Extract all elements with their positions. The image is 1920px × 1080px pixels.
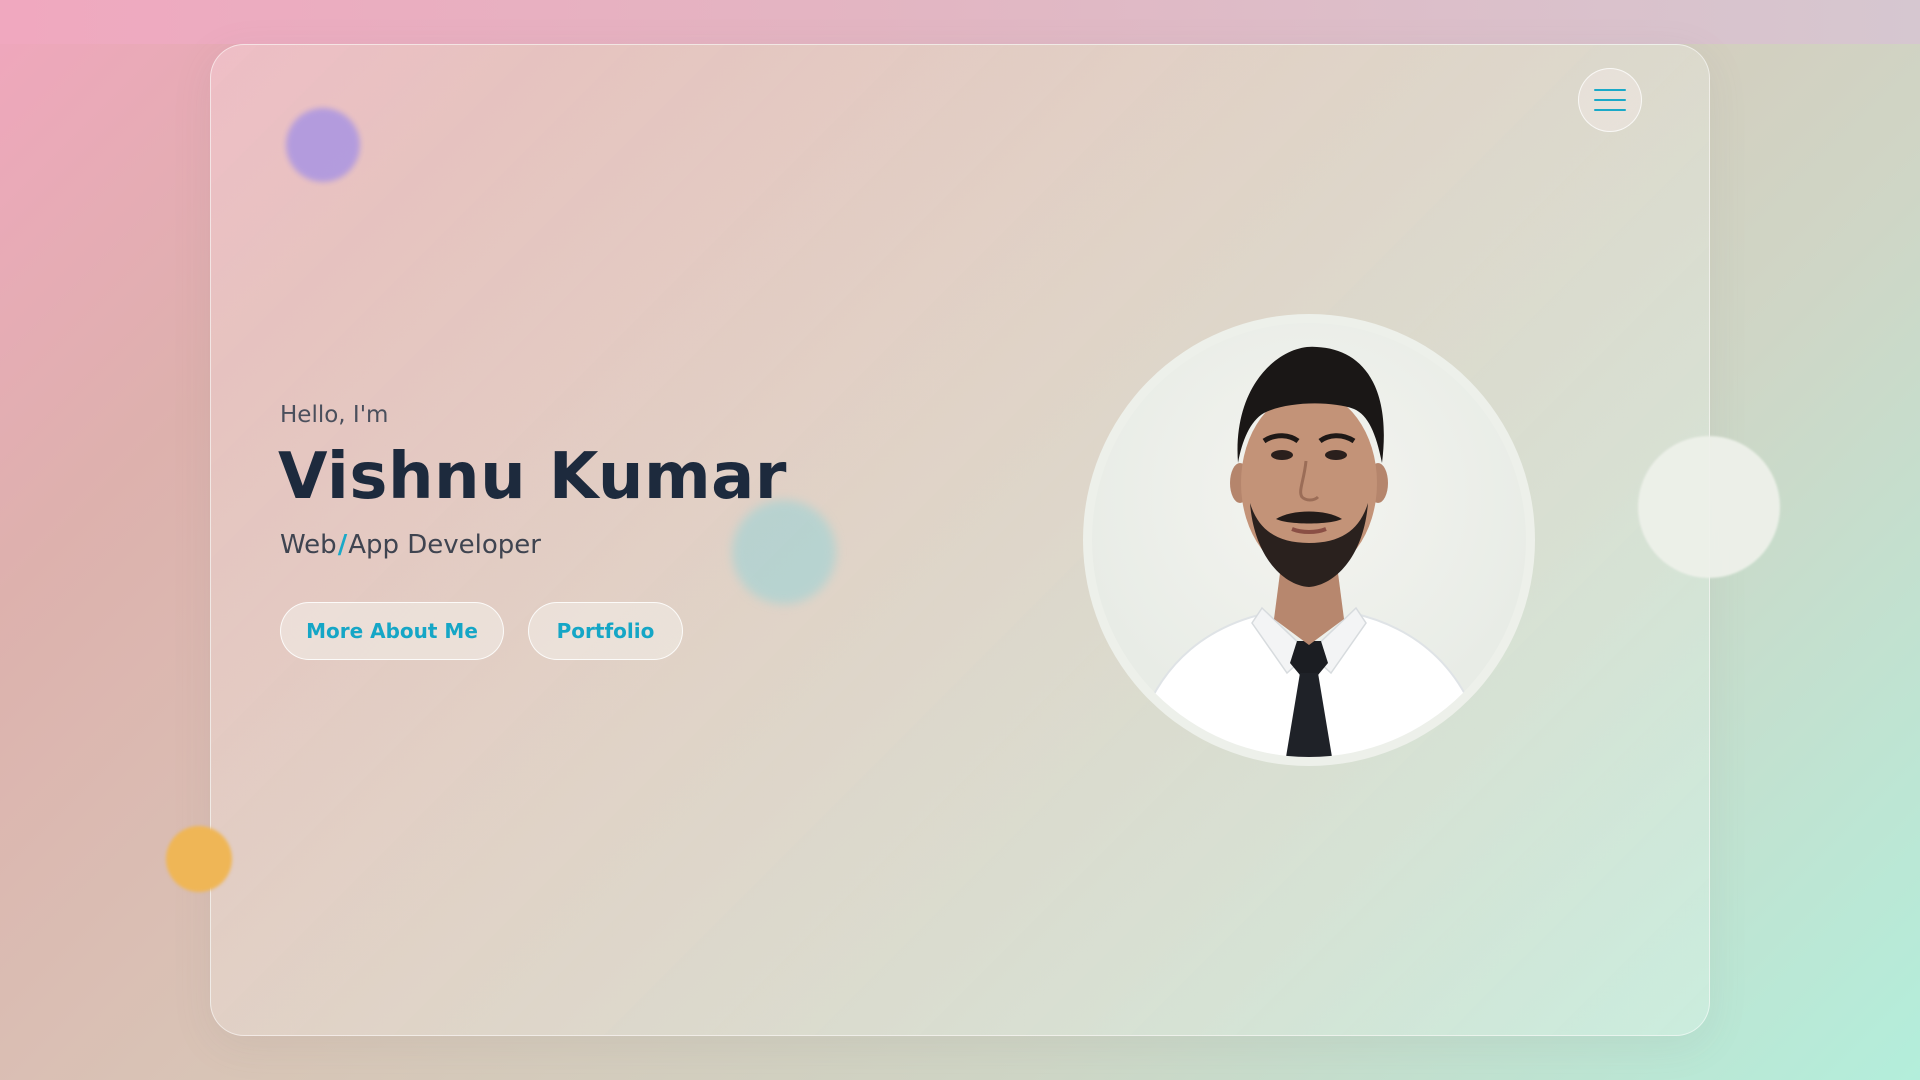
role-separator: / [337,530,348,560]
decorative-purple-blob [286,108,360,182]
hamburger-menu-icon [1594,88,1626,112]
greeting-text: Hello, I'm [280,402,389,428]
role-part-web: Web [280,530,337,560]
hero-name: Vishnu Kumar [278,440,787,514]
portfolio-button[interactable]: Portfolio [528,602,683,660]
decorative-orange-blob [166,826,232,892]
decorative-teal-blob [732,500,836,604]
more-about-me-button[interactable]: More About Me [280,602,504,660]
profile-photo-frame [1083,314,1535,766]
menu-button[interactable] [1578,68,1642,132]
profile-photo [1092,323,1526,757]
top-band [0,0,1920,44]
decorative-white-blob [1638,436,1780,578]
profile-portrait-illustration [1131,346,1488,757]
hero-role: Web/App Developer [280,530,541,560]
role-part-app-developer: App Developer [348,530,541,560]
